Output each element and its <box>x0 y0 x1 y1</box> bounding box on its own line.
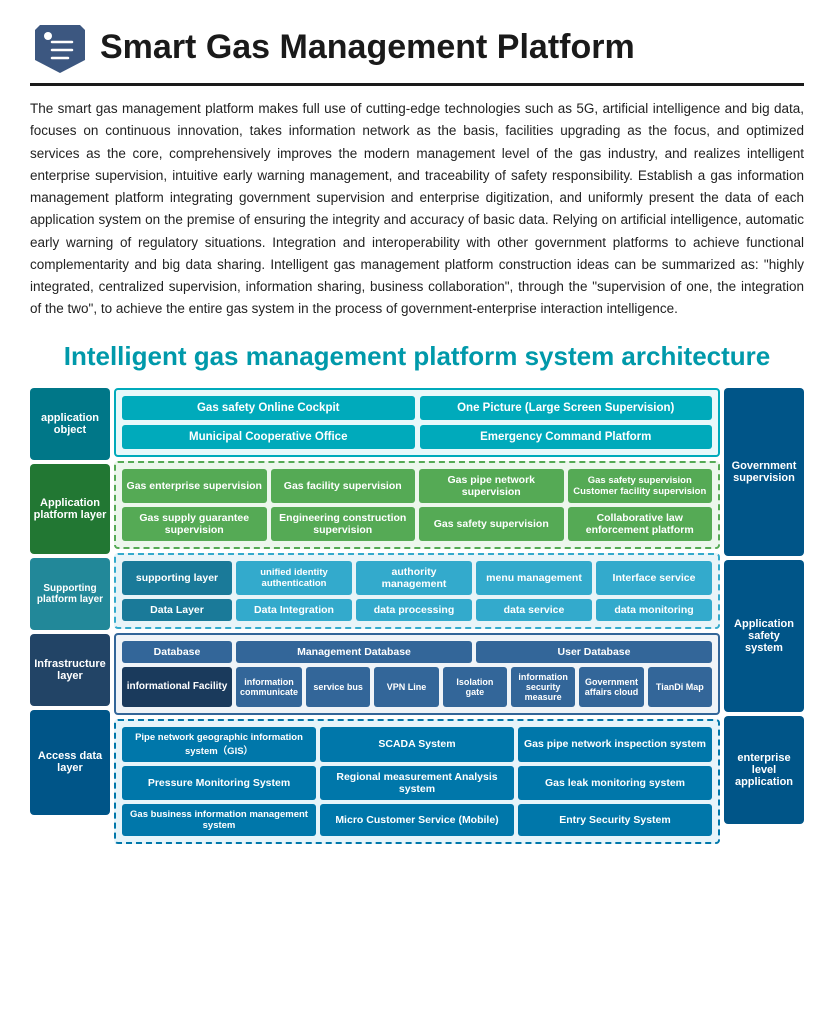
infra-gov-cloud: Government affairs cloud <box>579 667 643 707</box>
infra-vpn: VPN Line <box>374 667 438 707</box>
support-menu: menu management <box>476 561 592 595</box>
platform-facility: Gas facility supervision <box>271 469 416 503</box>
support-data-monitoring: data monitoring <box>596 599 712 621</box>
support-authority: authority management <box>356 561 472 595</box>
app-box-emergency: Emergency Command Platform <box>420 425 713 449</box>
main-title: Smart Gas Management Platform <box>100 28 635 67</box>
support-data-service: data service <box>476 599 592 621</box>
label-support: Supporting platform layer <box>30 558 110 630</box>
infra-row2: informational Facility information commu… <box>122 667 712 707</box>
access-pressure: Pressure Monitoring System <box>122 766 316 800</box>
support-grid: supporting layer unified identity authen… <box>122 561 712 621</box>
app-box-cockpit: Gas safety Online Cockpit <box>122 396 415 420</box>
access-entry-security: Entry Security System <box>518 804 712 836</box>
platform-gas-safety-customer: Gas safety supervision Customer facility… <box>568 469 713 503</box>
platform-engineering: Engineering construction supervision <box>271 507 416 541</box>
left-labels: application object Application platform … <box>30 388 110 844</box>
access-grid: Pipe network geographic information syst… <box>122 727 712 836</box>
access-regional: Regional measurement Analysis system <box>320 766 514 800</box>
app-object-layer: Gas safety Online Cockpit One Picture (L… <box>114 388 720 457</box>
support-unified-identity: unified identity authentication <box>236 561 352 595</box>
app-box-one-picture: One Picture (Large Screen Supervision) <box>420 396 713 420</box>
support-interface: Interface service <box>596 561 712 595</box>
access-business: Gas business information management syst… <box>122 804 316 836</box>
label-app-platform: Application platform layer <box>30 464 110 554</box>
support-data-integration: Data Integration <box>236 599 352 621</box>
infra-layer: Database Management Database User Databa… <box>114 633 720 715</box>
app-object-grid: Gas safety Online Cockpit One Picture (L… <box>122 396 712 449</box>
platform-gas-safety: Gas safety supervision <box>419 507 564 541</box>
infra-service-bus: service bus <box>306 667 370 707</box>
access-layer: Pipe network geographic information syst… <box>114 719 720 844</box>
arch-title: Intelligent gas management platform syst… <box>30 341 804 372</box>
access-gis: Pipe network geographic information syst… <box>122 727 316 762</box>
app-box-municipal: Municipal Cooperative Office <box>122 425 415 449</box>
access-pipe-inspection: Gas pipe network inspection system <box>518 727 712 762</box>
access-scada: SCADA System <box>320 727 514 762</box>
infra-user-db: User Database <box>476 641 712 663</box>
architecture-diagram: application object Application platform … <box>30 388 804 844</box>
platform-pipe-network: Gas pipe network supervision <box>419 469 564 503</box>
platform-supply: Gas supply guarantee supervision <box>122 507 267 541</box>
right-enterprise: enterprise level application <box>724 716 804 824</box>
app-platform-grid: Gas enterprise supervision Gas facility … <box>122 469 712 541</box>
header: Smart Gas Management Platform <box>30 20 804 75</box>
access-micro: Micro Customer Service (Mobile) <box>320 804 514 836</box>
right-labels: Government supervision Application safet… <box>724 388 804 844</box>
support-row1-label: supporting layer <box>122 561 232 595</box>
support-data-processing: data processing <box>356 599 472 621</box>
right-appsafe: Application safety system <box>724 560 804 712</box>
infra-database: Database <box>122 641 232 663</box>
platform-collab: Collaborative law enforcement platform <box>568 507 713 541</box>
support-row2-label: Data Layer <box>122 599 232 621</box>
infra-security: information security measure <box>511 667 575 707</box>
infra-mgmt-db: Management Database <box>236 641 472 663</box>
right-gov: Government supervision <box>724 388 804 556</box>
layers-main: Gas safety Online Cockpit One Picture (L… <box>114 388 720 844</box>
title-underline <box>30 83 804 86</box>
app-platform-layer: Gas enterprise supervision Gas facility … <box>114 461 720 549</box>
access-gas-leak: Gas leak monitoring system <box>518 766 712 800</box>
infra-info-communicate: information communicate <box>236 667 302 707</box>
infra-isolation: Isolation gate <box>443 667 507 707</box>
label-access: Access data layer <box>30 710 110 815</box>
platform-enterprise: Gas enterprise supervision <box>122 469 267 503</box>
infra-row1: Database Management Database User Databa… <box>122 641 712 663</box>
infra-info-facility: informational Facility <box>122 667 232 707</box>
label-app-object: application object <box>30 388 110 460</box>
tag-icon <box>30 20 90 75</box>
infra-tiandi: TianDi Map <box>648 667 712 707</box>
support-layer: supporting layer unified identity authen… <box>114 553 720 629</box>
description-text: The smart gas management platform makes … <box>30 98 804 321</box>
label-infra: Infrastructure layer <box>30 634 110 706</box>
